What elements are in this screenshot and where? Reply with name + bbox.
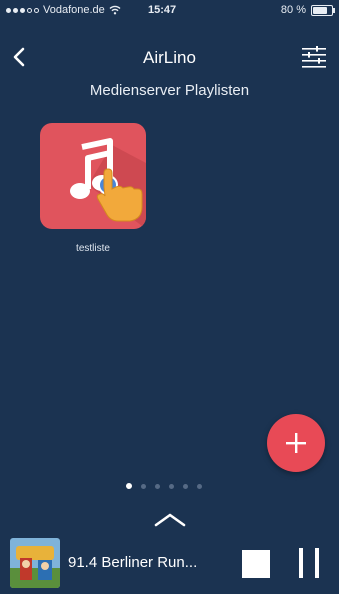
- chevron-up-icon[interactable]: [153, 512, 187, 528]
- station-artwork: [10, 538, 60, 588]
- playlist-label: testliste: [76, 243, 110, 254]
- page-dot[interactable]: [155, 483, 160, 489]
- status-bar: Vodafone.de 15:47 80 %: [0, 0, 339, 20]
- status-right: 80 %: [280, 4, 335, 16]
- app-screen: Vodafone.de 15:47 80 % AirLino Medienser…: [0, 0, 339, 606]
- page-dot[interactable]: [126, 483, 132, 489]
- signal-strength-icon: [6, 7, 39, 13]
- status-left: Vodafone.de: [6, 4, 121, 16]
- page-title: AirLino: [143, 48, 196, 67]
- page-dot[interactable]: [169, 483, 174, 489]
- battery-percent: 80 %: [280, 4, 306, 16]
- status-time: 15:47: [148, 4, 177, 16]
- wifi-icon: [109, 5, 121, 15]
- playlist-tile[interactable]: testliste: [40, 123, 146, 254]
- plus-icon: [286, 433, 306, 453]
- station-image: [10, 538, 60, 588]
- sliders-icon[interactable]: [301, 46, 327, 68]
- page-dot[interactable]: [197, 483, 202, 489]
- page-indicator[interactable]: [126, 483, 202, 489]
- station-title[interactable]: 91.4 Berliner Run...: [68, 554, 238, 571]
- stop-button[interactable]: [242, 550, 270, 578]
- section-title: Medienserver Playlisten: [89, 82, 250, 99]
- page-dot[interactable]: [183, 483, 188, 489]
- mini-player[interactable]: 91.4 Berliner Run...: [0, 530, 339, 594]
- nav-bar: AirLino: [0, 38, 339, 78]
- battery-fill: [313, 6, 328, 14]
- pause-button[interactable]: [296, 548, 322, 578]
- tap-hand-icon: [96, 168, 143, 222]
- page-dot[interactable]: [141, 483, 146, 489]
- pause-icon: [299, 548, 303, 578]
- carrier-name: Vodafone.de: [43, 4, 105, 16]
- battery-icon: [311, 4, 335, 16]
- add-playlist-button[interactable]: [267, 414, 325, 472]
- home-indicator-area: [0, 594, 339, 606]
